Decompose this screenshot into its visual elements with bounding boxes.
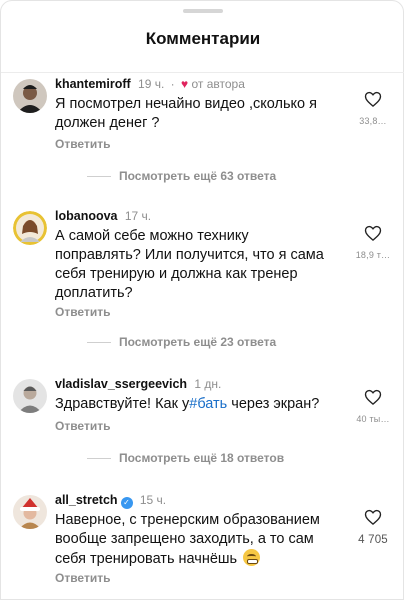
comment-text-line: себя тренировать начнёшь (55, 549, 345, 569)
view-more-replies-label: Посмотреть ещё 18 ответов (119, 451, 285, 465)
comment-text-line: Я посмотрел нечайно видео ,сколько я (55, 96, 317, 112)
comment-text-line: А самой себе можно технику (55, 228, 249, 244)
verified-badge-icon: ✓ (120, 497, 133, 509)
comment-time: 15 ч. (139, 493, 167, 507)
comment-meta: all_stretch ✓ 15 ч. (55, 493, 166, 509)
avatar[interactable] (13, 211, 47, 245)
like-count: 40 ты… (356, 414, 390, 424)
comments-sheet: Комментарии khantemiroff 19 ч. · ♥ от ав… (0, 0, 404, 600)
comment-text-part: Здравствуйте! Как у (55, 396, 190, 412)
username[interactable]: lobanoova (55, 209, 118, 223)
view-more-replies-label: Посмотреть ещё 63 ответа (119, 169, 277, 183)
reply-button[interactable]: Ответить (55, 137, 110, 151)
author-badge: от автора (191, 77, 245, 91)
comment-text-line: Наверное, с тренерским образованием (55, 512, 320, 528)
heart-outline-icon[interactable] (363, 223, 383, 243)
comment-time: 1 дн. (194, 377, 222, 391)
username[interactable]: all_stretch (55, 493, 118, 507)
like-control: 4 705 (353, 507, 393, 546)
comment-text-line: поправлять? Или получится, что я сама (55, 247, 324, 263)
hashtag-link[interactable]: #бать (189, 396, 227, 412)
like-control: 33,8… (353, 89, 393, 126)
like-count: 18,9 т… (355, 250, 391, 260)
page-title: Комментарии (145, 29, 261, 48)
like-count: 4 705 (358, 534, 388, 546)
avatar-woman-yellow-ring-icon (13, 211, 47, 245)
reply-button[interactable]: Ответить (55, 419, 110, 433)
comment-text-line: должен денег ? (55, 115, 160, 131)
view-more-replies-label: Посмотреть ещё 23 ответа (119, 335, 277, 349)
comment-time: 17 ч. (124, 209, 152, 223)
username[interactable]: khantemiroff (55, 77, 131, 91)
separator-dot: · (170, 77, 175, 91)
comment-text-part: через экран? (227, 396, 320, 412)
drag-handle[interactable] (183, 9, 223, 13)
view-more-replies[interactable]: Посмотреть ещё 63 ответа (87, 169, 276, 183)
heart-outline-icon[interactable] (363, 387, 383, 407)
comment-text: А самой себе можно технику поправлять? И… (55, 227, 345, 303)
heart-outline-icon[interactable] (363, 507, 383, 527)
sheet-header: Комментарии (1, 1, 404, 73)
like-count: 33,8… (359, 116, 387, 126)
like-control: 40 ты… (353, 387, 393, 424)
avatar[interactable] (13, 79, 47, 113)
avatar[interactable] (13, 379, 47, 413)
comment-meta: vladislav_ssergeevich 1 дн. (55, 377, 221, 391)
reply-button[interactable]: Ответить (55, 305, 110, 319)
comment-meta: lobanoova 17 ч. (55, 209, 151, 223)
author-heart-icon: ♥ (181, 77, 189, 91)
comment-text-line: себя тренирую и должна как тренер (55, 266, 298, 282)
view-more-replies[interactable]: Посмотреть ещё 18 ответов (87, 451, 284, 465)
comment-time: 19 ч. (138, 77, 165, 91)
reply-button[interactable]: Ответить (55, 571, 110, 585)
avatar-man-dark-icon (13, 79, 47, 113)
comment-text-line: доплатить? (55, 285, 133, 301)
divider-line (87, 341, 111, 343)
avatar[interactable] (13, 495, 47, 529)
comment-text: Я посмотрел нечайно видео ,сколько я дол… (55, 95, 345, 133)
like-control: 18,9 т… (353, 223, 393, 260)
view-more-replies[interactable]: Посмотреть ещё 23 ответа (87, 335, 276, 349)
comment-text: Здравствуйте! Как у#бать через экран? (55, 395, 345, 414)
divider-line (87, 175, 111, 177)
avatar-man-gray-icon (13, 379, 47, 413)
comment-text-part: себя тренировать начнёшь (55, 551, 238, 567)
grinning-face-emoji-icon (243, 549, 261, 566)
divider-line (87, 457, 111, 459)
comment-text: Наверное, с тренерским образованием вооб… (55, 511, 345, 569)
username[interactable]: vladislav_ssergeevich (55, 377, 187, 391)
heart-outline-icon[interactable] (363, 89, 383, 109)
comment-text-line: вообще запрещено заходить, а то сам (55, 531, 314, 547)
comment-meta: khantemiroff 19 ч. · ♥ от автора (55, 77, 245, 91)
avatar-woman-santa-hat-icon (13, 495, 47, 529)
